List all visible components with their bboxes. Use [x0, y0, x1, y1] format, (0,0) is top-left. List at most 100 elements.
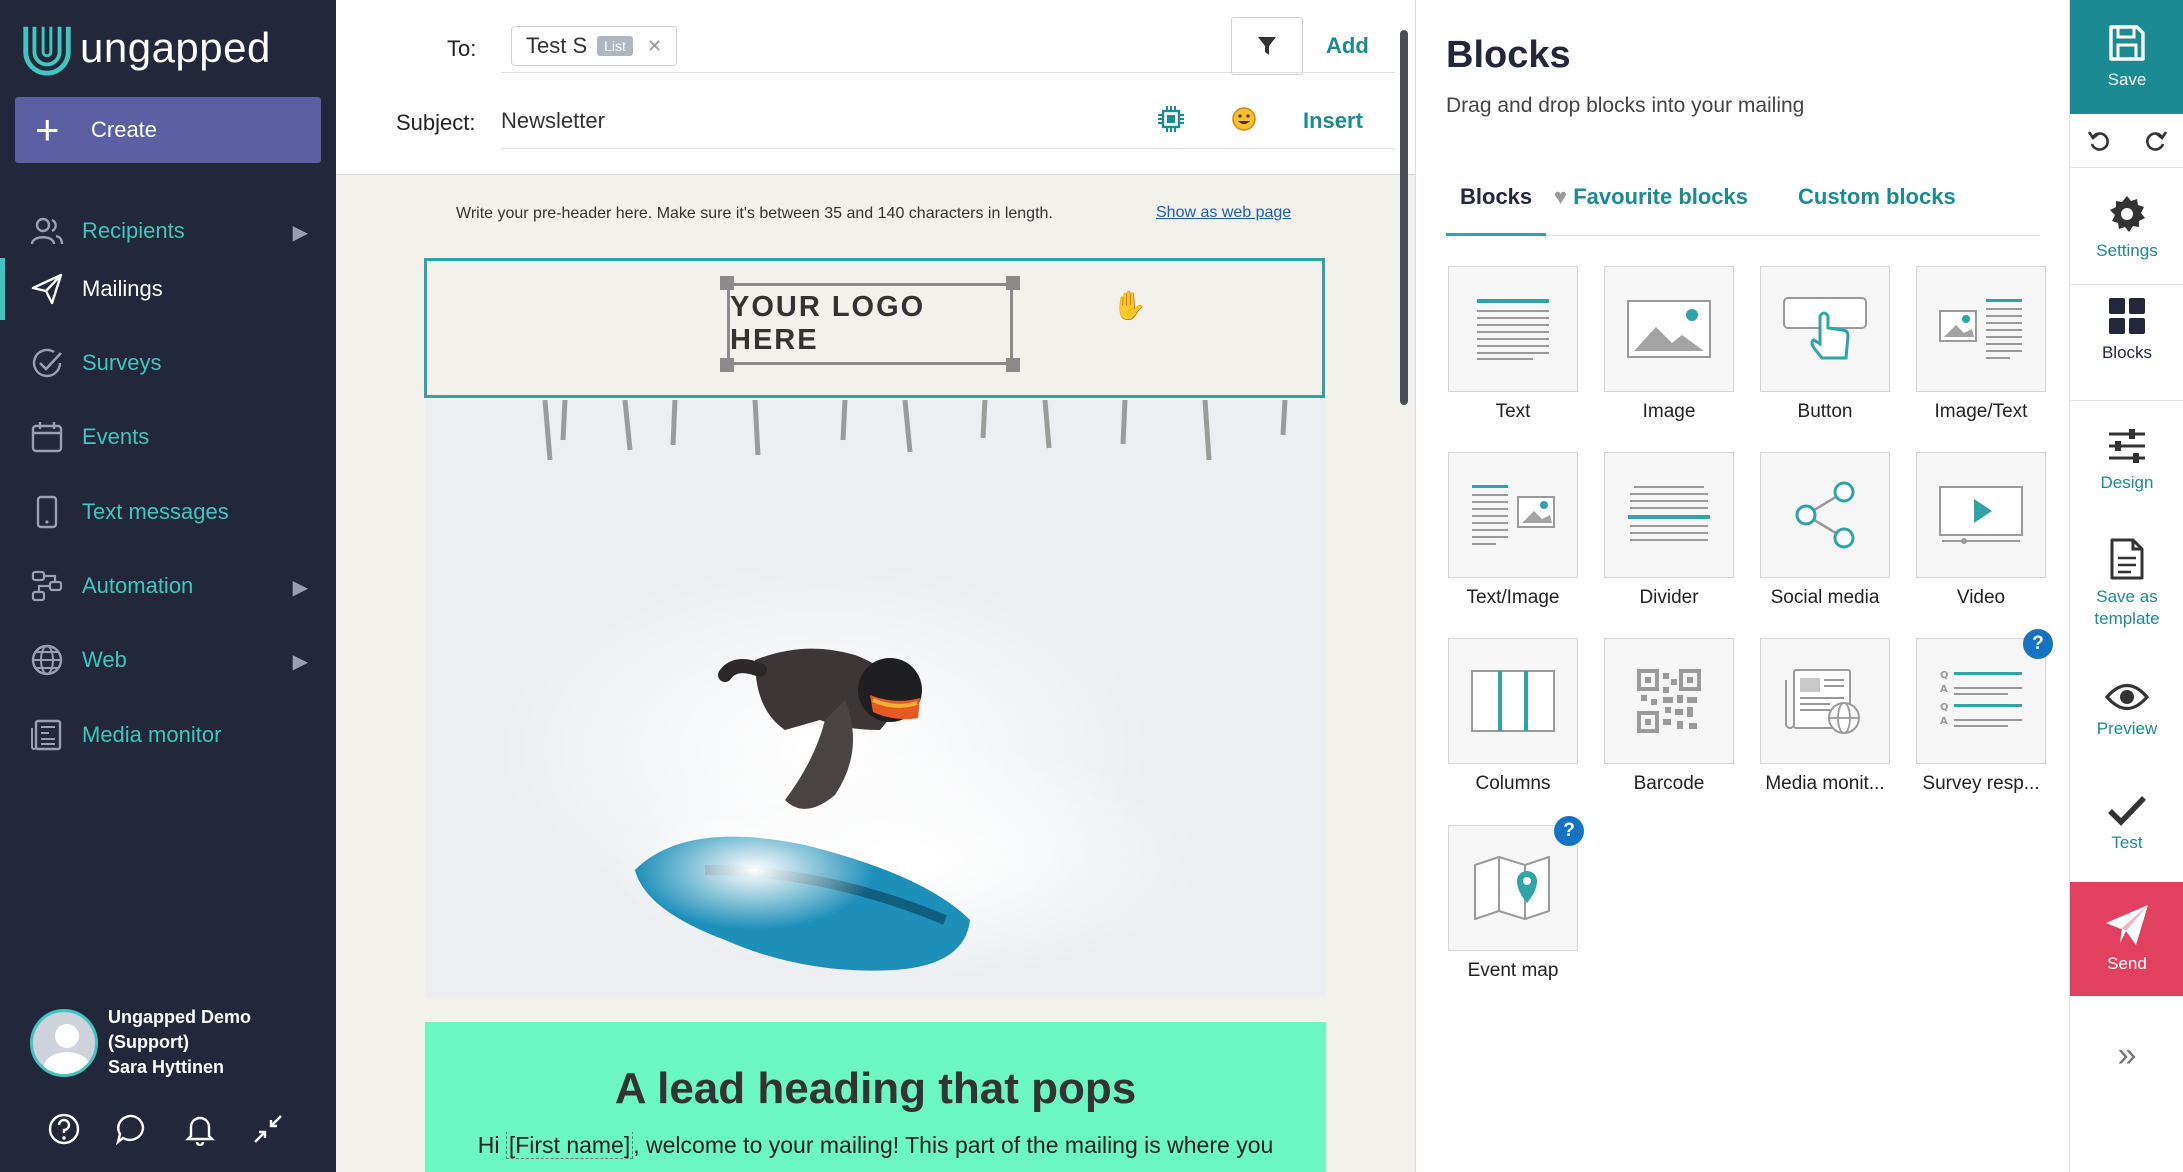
- block-tile-text-image[interactable]: Text/Image: [1448, 452, 1578, 609]
- preheader-text[interactable]: Write your pre-header here. Make sure it…: [456, 204, 1056, 224]
- tab-blocks[interactable]: Blocks: [1446, 184, 1547, 236]
- media-monitor-block-icon: [1760, 638, 1890, 764]
- survey-block-icon: QAQA: [1916, 638, 2046, 764]
- block-tile-social-media[interactable]: Social media: [1760, 452, 1890, 609]
- sidebar-item-media-monitor[interactable]: Media monitor: [0, 704, 336, 766]
- merge-field-icon[interactable]: [1156, 104, 1186, 139]
- filter-button[interactable]: [1231, 17, 1303, 75]
- create-button[interactable]: + Create: [15, 97, 321, 163]
- hero-image[interactable]: [425, 400, 1326, 997]
- blocks-panel-title: Blocks: [1446, 34, 1571, 76]
- chevron-right-icon: ▶: [292, 651, 308, 673]
- save-as-template-label-1: Save as: [2096, 587, 2158, 606]
- editor-scrollbar[interactable]: [1400, 30, 1408, 405]
- image-text-block-icon: [1916, 266, 2046, 392]
- block-tile-survey-response[interactable]: QAQA Survey resp...: [1916, 638, 2046, 795]
- sidebar-item-events[interactable]: Events: [0, 406, 336, 468]
- user-profile[interactable]: Ungapped Demo (Support) Sara Hyttinen: [30, 1005, 251, 1080]
- block-tile-label: Image/Text: [1934, 401, 2028, 422]
- resize-handle[interactable]: [1006, 276, 1020, 290]
- resize-handle[interactable]: [1006, 358, 1020, 372]
- logo-placeholder[interactable]: YOUR LOGO HERE: [727, 283, 1013, 365]
- create-label: Create: [91, 117, 158, 142]
- collapse-icon[interactable]: [249, 1110, 287, 1148]
- show-as-web-page-link[interactable]: Show as web page: [1156, 204, 1291, 222]
- block-tile-media-monitor[interactable]: Media monit...: [1760, 638, 1890, 795]
- bell-icon[interactable]: [181, 1110, 219, 1148]
- save-button[interactable]: Save: [2070, 0, 2183, 114]
- logo-block[interactable]: YOUR LOGO HERE ✋: [424, 258, 1325, 398]
- first-name-merge-field[interactable]: [First name]: [505, 1132, 634, 1159]
- lead-body-text[interactable]: Hi [First name], welcome to your mailing…: [425, 1132, 1326, 1159]
- tab-favourite-label: Favourite blocks: [1573, 184, 1749, 209]
- sidebar-item-automation[interactable]: Automation ▶: [0, 555, 336, 617]
- emoji-icon[interactable]: [1231, 106, 1257, 137]
- sidebar-item-label: Mailings: [82, 276, 163, 301]
- sidebar-item-web[interactable]: Web ▶: [0, 629, 336, 691]
- workflow-icon: [28, 567, 66, 605]
- block-tile-button[interactable]: Button: [1760, 266, 1890, 423]
- double-chevron-right-icon: »: [2117, 1036, 2137, 1074]
- help-icon[interactable]: [45, 1110, 83, 1148]
- qr-code-block-icon: [1604, 638, 1734, 764]
- action-bar: Save Settings Blocks Design Save as templ…: [2069, 0, 2183, 1172]
- expand-panel-button[interactable]: »: [2070, 1036, 2183, 1075]
- sidebar-item-surveys[interactable]: Surveys: [0, 332, 336, 394]
- lead-body-greeting: Hi: [477, 1132, 500, 1158]
- block-tile-event-map[interactable]: Event map: [1448, 825, 1578, 982]
- sidebar-item-label: Media monitor: [82, 722, 222, 747]
- mobile-icon: [28, 493, 66, 531]
- preview-label: Preview: [2096, 719, 2158, 738]
- chat-icon[interactable]: [113, 1110, 151, 1148]
- eye-icon: [2105, 683, 2149, 711]
- svg-text:Q: Q: [1940, 702, 1949, 713]
- sidebar-item-label: Events: [82, 424, 150, 449]
- recipient-name: Test S: [526, 33, 588, 58]
- resize-handle[interactable]: [720, 358, 734, 372]
- preview-button[interactable]: Preview: [2070, 682, 2183, 740]
- block-tile-text[interactable]: Text: [1448, 266, 1578, 423]
- tab-custom-blocks[interactable]: Custom blocks: [1798, 184, 1956, 236]
- block-tile-label: Image: [1642, 401, 1696, 422]
- add-recipient-button[interactable]: Add: [1326, 33, 1369, 59]
- block-tile-barcode[interactable]: Barcode: [1604, 638, 1734, 795]
- blocks-tabs: Blocks ♥ Favourite blocks Custom blocks: [1446, 180, 2040, 236]
- block-tile-video[interactable]: Video: [1916, 452, 2046, 609]
- block-tile-columns[interactable]: Columns: [1448, 638, 1578, 795]
- lead-text-block[interactable]: A lead heading that pops Hi [First name]…: [425, 1022, 1326, 1172]
- sidebar-item-text-messages[interactable]: Text messages: [0, 481, 336, 543]
- recipient-chip[interactable]: Test S List ✕: [511, 26, 678, 66]
- sidebar-item-recipients[interactable]: Recipients ▶: [0, 200, 336, 262]
- sidebar-item-label: Recipients: [82, 218, 185, 243]
- help-badge[interactable]: ?: [2023, 629, 2053, 659]
- block-tile-divider[interactable]: Divider: [1604, 452, 1734, 609]
- block-tile-label: Event map: [1467, 960, 1559, 981]
- to-label: To:: [447, 36, 477, 61]
- settings-button[interactable]: Settings: [2070, 194, 2183, 262]
- redo-icon[interactable]: [2145, 129, 2167, 156]
- blocks-panel: Blocks Drag and drop blocks into your ma…: [1415, 0, 2069, 1172]
- help-badge[interactable]: ?: [1554, 816, 1584, 846]
- brand-logo[interactable]: ungapped: [18, 20, 271, 76]
- sidebar-footer: [45, 1110, 287, 1148]
- block-tile-image-text[interactable]: Image/Text: [1916, 266, 2046, 423]
- blocks-button[interactable]: Blocks: [2070, 296, 2183, 364]
- blocks-label: Blocks: [2101, 343, 2153, 362]
- test-button[interactable]: Test: [2070, 794, 2183, 854]
- resize-handle[interactable]: [720, 276, 734, 290]
- tab-favourite-blocks[interactable]: ♥ Favourite blocks: [1554, 184, 1748, 236]
- subject-input[interactable]: Newsletter: [501, 108, 605, 134]
- block-tile-label: Text: [1495, 401, 1531, 422]
- remove-recipient-icon[interactable]: ✕: [647, 36, 662, 57]
- columns-block-icon: [1448, 638, 1578, 764]
- block-tile-image[interactable]: Image: [1604, 266, 1734, 423]
- send-button[interactable]: Send: [2070, 882, 2183, 996]
- design-button[interactable]: Design: [2070, 426, 2183, 494]
- undo-icon[interactable]: [2087, 129, 2110, 156]
- lead-heading[interactable]: A lead heading that pops: [425, 1064, 1326, 1114]
- users-icon: [28, 212, 66, 250]
- sidebar-item-mailings[interactable]: Mailings: [0, 258, 336, 320]
- insert-button[interactable]: Insert: [1303, 108, 1363, 134]
- save-as-template-button[interactable]: Save as template: [2070, 538, 2183, 630]
- filter-icon: [1258, 37, 1276, 55]
